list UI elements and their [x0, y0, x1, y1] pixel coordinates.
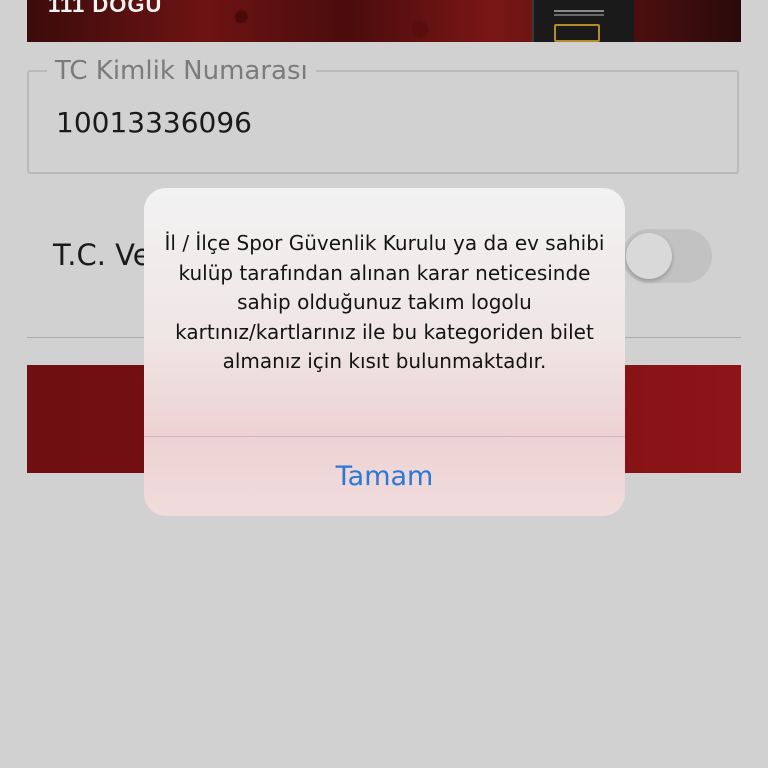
toggle-knob: [626, 233, 672, 279]
banner-title: 111 DOĞU: [48, 0, 163, 17]
toggle-row-label: T.C. Ve: [53, 238, 151, 272]
tc-kimlik-field[interactable]: TC Kimlik Numarası 10013336096: [27, 55, 739, 174]
tc-toggle-switch[interactable]: [622, 229, 712, 283]
tc-kimlik-value[interactable]: 10013336096: [56, 106, 252, 140]
alert-dialog: İl / İlçe Spor Güvenlik Kurulu ya da ev …: [144, 188, 625, 516]
tc-kimlik-label: TC Kimlik Numarası: [47, 55, 316, 87]
alert-ok-button[interactable]: Tamam: [144, 437, 625, 516]
stadium-badge-icon: [532, 0, 634, 42]
alert-message: İl / İlçe Spor Güvenlik Kurulu ya da ev …: [164, 231, 605, 373]
screen: 111 DOĞU TC Kimlik Numarası 10013336096 …: [0, 0, 768, 768]
match-banner: 111 DOĞU: [27, 0, 741, 42]
